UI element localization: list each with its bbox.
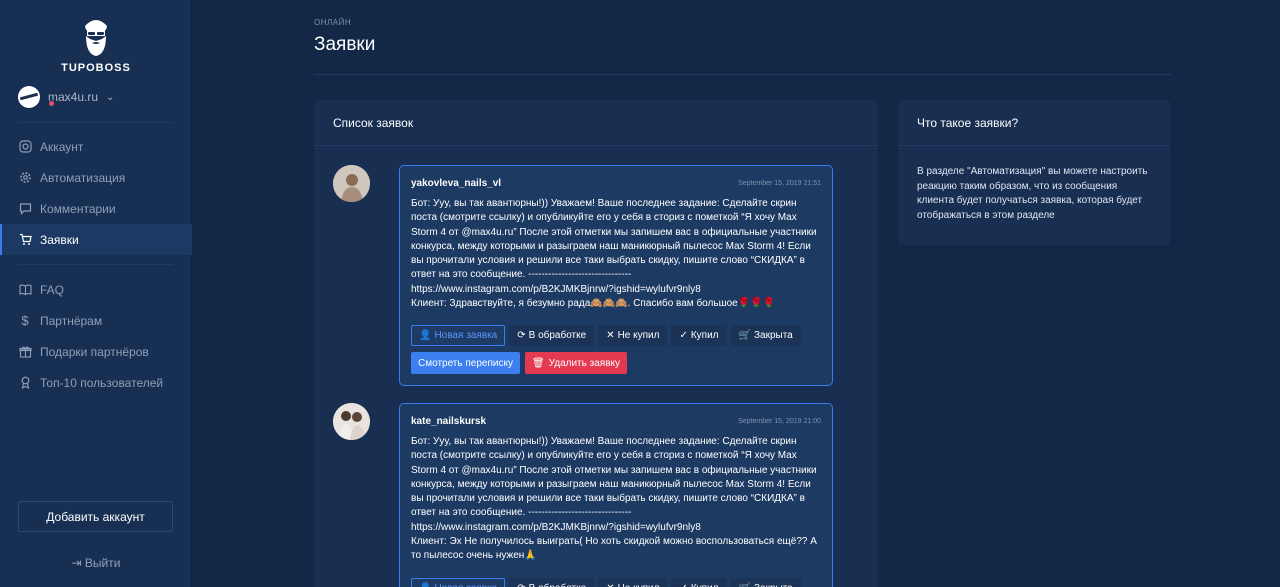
sidebar-item-label: FAQ [40,282,65,297]
divider [314,74,1171,75]
gear-icon [18,171,32,185]
divider [18,264,173,265]
status-closed-button[interactable]: 🛒Закрыта [730,577,801,587]
account-status-dot [48,100,55,107]
add-account-button[interactable]: Добавить аккаунт [18,501,173,532]
status-label: Новая заявка [434,583,497,587]
status-label: Купил [690,330,719,342]
status-label: Купил [691,583,719,587]
sidebar-item-label: Подарки партнёров [40,344,149,359]
cart-icon: 🛒 [738,330,751,342]
boss-logo-icon [85,20,107,56]
check-circle-icon: ✓ [679,330,688,342]
requests-card-title: Список заявок [314,100,878,146]
check-circle-icon: ✓ [679,583,687,587]
sidebar-item-comments[interactable]: Комментарии [0,193,192,224]
sidebar-item-label: Автоматизация [40,170,126,185]
status-buttons: 👤Новая заявка ⟳В обработке ✕Не купил ✓Ку… [411,325,821,347]
sidebar: TUPOBOSS max4u.ru ⌄ Аккаунт Автоматизаци… [0,0,192,587]
page-title: Заявки [314,34,376,55]
sidebar-item-label: Партнёрам [40,313,103,328]
status-buttons: 👤Новая заявка ⟳ В обработке ✕ Не купил ✓ Ку… [411,577,821,587]
status-label: В обработке [528,330,587,342]
brand-name: TUPOBOSS [61,62,131,74]
cart-icon: 🛒 [739,583,751,587]
request-message: Бот: Ууу, вы так авантюрны!)) Уважаем! В… [411,436,817,562]
status-closed-button[interactable]: 🛒Закрыта [730,325,801,347]
request-username[interactable]: yakovleva_nails_vl [411,178,501,189]
close-icon: ✕ [606,583,614,587]
chevron-down-icon: ⌄ [106,91,115,103]
request-date: September 15, 2019 21:51 [738,180,821,187]
avatar[interactable] [333,165,370,202]
logout-icon: ⇥ [71,556,85,570]
sidebar-item-label: Топ-10 пользователей [40,375,164,390]
secondary-nav: FAQ $ Партнёрам Подарки партнёров Топ-10… [0,274,192,398]
request-username[interactable]: kate_nailskursk [411,416,486,427]
status-label: Новая заявка [434,330,498,342]
comment-icon [18,202,32,216]
view-conversation-button[interactable]: Смотреть переписку [411,352,520,375]
status-processing-button[interactable]: ⟳ В обработке [509,577,595,587]
requests-card: Список заявок yakovleva_nails_vl Septemb… [314,100,878,587]
sidebar-item-partners[interactable]: $ Партнёрам [0,305,192,336]
sidebar-item-label: Заявки [40,232,79,247]
request-bubble: yakovleva_nails_vl September 15, 2019 21… [399,165,833,387]
sidebar-item-requests[interactable]: Заявки [0,224,192,255]
sidebar-item-partner-gifts[interactable]: Подарки партнёров [0,336,192,367]
close-icon: ✕ [606,330,615,342]
delete-request-button[interactable]: 🗑 Удалить заявку [524,352,627,375]
logout-label: Выйти [84,556,121,570]
cart-icon [18,233,32,247]
refresh-icon: ⟳ [517,583,525,587]
award-icon [18,376,32,390]
gift-icon [18,345,32,359]
status-not-bought-button[interactable]: ✕Не купил [598,325,668,347]
logo[interactable]: TUPOBOSS [0,16,192,74]
status-bought-button[interactable]: ✓ Купил [671,577,727,587]
status-bought-button[interactable]: ✓Купил [671,325,727,347]
info-card-text: В разделе "Автоматизация" вы можете наст… [917,166,1148,221]
status-processing-button[interactable]: ⟳В обработке [509,325,595,347]
user-plus-icon: 👤 [419,330,432,342]
status-label: Не купил [618,583,660,587]
dollar-icon: $ [21,313,29,328]
status-new-button[interactable]: 👤Новая заявка [411,325,506,347]
action-buttons: Смотреть переписку 🗑 Удалить заявку [411,352,821,375]
instagram-icon [18,140,32,154]
status-new-button[interactable]: 👤Новая заявка [411,577,506,587]
book-icon [18,283,32,297]
account-name: max4u.ru [48,90,99,104]
account-avatar [18,86,40,108]
sidebar-item-top-users[interactable]: Топ-10 пользователей [0,367,192,398]
avatar[interactable] [333,403,370,440]
sidebar-item-automation[interactable]: Автоматизация [0,162,192,193]
sidebar-item-label: Аккаунт [40,139,84,154]
request-bubble: kate_nailskursk September 15, 2019 21:00… [399,403,833,587]
main-nav: Аккаунт Автоматизация Комментарии Заявки [0,131,192,255]
info-card-title: Что такое заявки? [898,100,1170,146]
trash-icon: 🗑 [531,357,545,369]
status-label: В обработке [529,583,587,587]
info-card: Что такое заявки? В разделе "Автоматизац… [898,100,1170,245]
sidebar-item-faq[interactable]: FAQ [0,274,192,305]
sidebar-item-label: Комментарии [40,201,116,216]
status-label: Закрыта [754,583,793,587]
account-switcher[interactable]: max4u.ru ⌄ [18,86,114,108]
status-label: Закрыта [753,330,793,342]
divider [18,122,173,123]
logout-button[interactable]: ⇥ Выйти [0,556,192,570]
refresh-icon: ⟳ [517,330,526,342]
delete-label: Удалить заявку [548,357,620,369]
sidebar-item-account[interactable]: Аккаунт [0,131,192,162]
status-not-bought-button[interactable]: ✕ Не купил [598,577,668,587]
status-label: Не купил [617,330,660,342]
request-date: September 15, 2019 21:00 [738,418,821,425]
page-pretitle: ОНЛАЙН [314,18,352,27]
request-message: Бот: Ууу, вы так авантюрны!)) Уважаем! В… [411,198,817,310]
user-plus-icon: 👤 [419,583,431,587]
